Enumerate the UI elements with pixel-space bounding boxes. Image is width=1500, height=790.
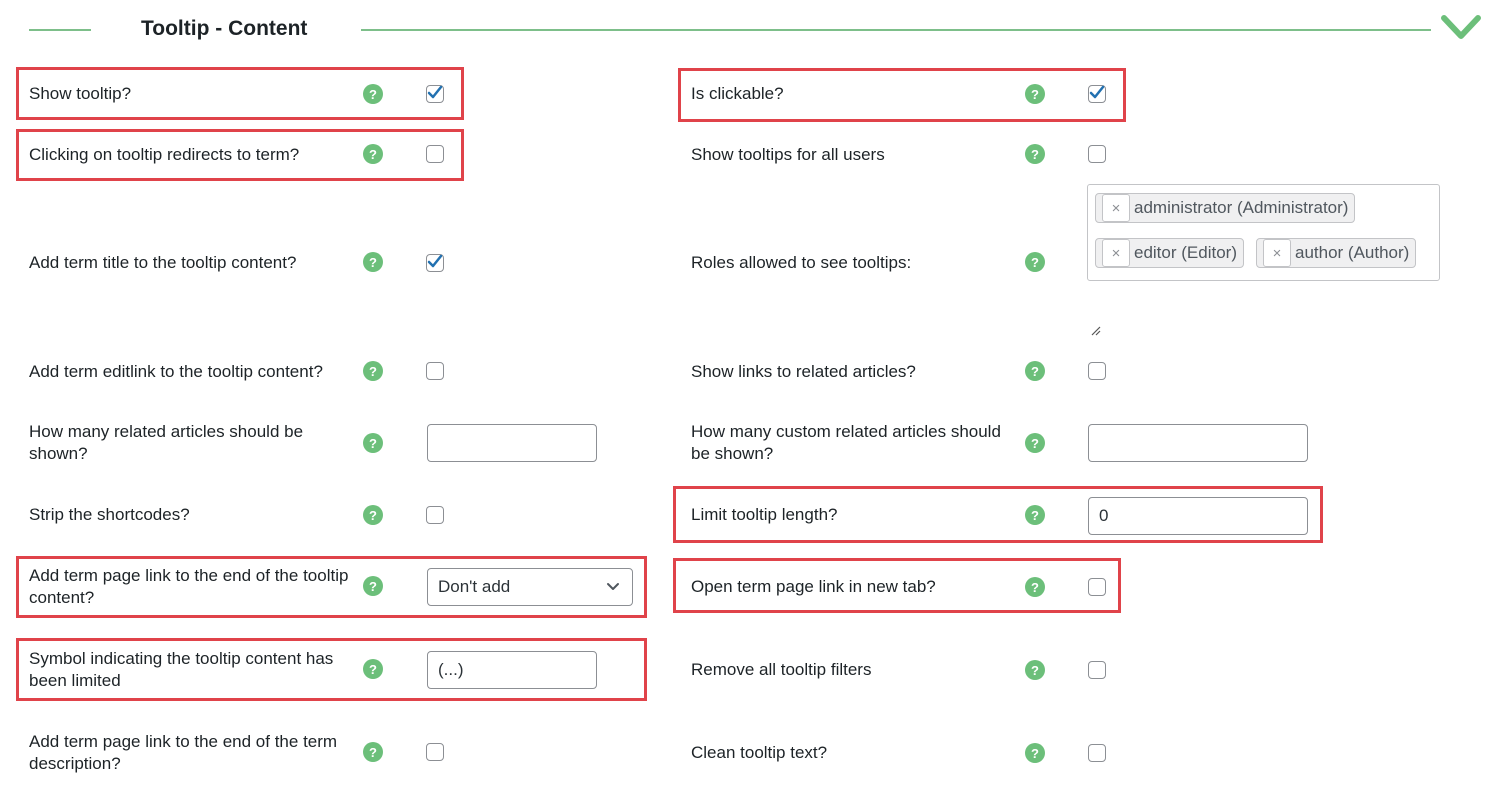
- all-users-checkbox[interactable]: [1088, 145, 1106, 163]
- role-tag-author: × author (Author): [1256, 238, 1417, 268]
- header-line-left: [29, 29, 91, 31]
- new-tab-label: Open term page link in new tab?: [691, 577, 936, 596]
- help-icon[interactable]: ?: [363, 433, 383, 453]
- remove-filters-label: Remove all tooltip filters: [691, 660, 872, 679]
- add-title-checkbox[interactable]: [426, 254, 444, 272]
- role-tag-label: editor (Editor): [1134, 243, 1237, 262]
- help-icon[interactable]: ?: [1025, 660, 1045, 680]
- remove-tag-button[interactable]: ×: [1102, 194, 1130, 222]
- click-redirect-label: Clicking on tooltip redirects to term?: [29, 145, 300, 164]
- help-icon[interactable]: ?: [1025, 144, 1045, 164]
- add-title-label: Add term title to the tooltip content?: [29, 253, 297, 272]
- add-page-link-select[interactable]: Don't add: [427, 568, 633, 606]
- remove-tag-button[interactable]: ×: [1263, 239, 1291, 267]
- help-icon[interactable]: ?: [1025, 743, 1045, 763]
- related-links-label: Show links to related articles?: [691, 362, 916, 381]
- add-page-link-value: Don't add: [438, 577, 511, 596]
- desc-link-checkbox[interactable]: [426, 743, 444, 761]
- add-editlink-label: Add term editlink to the tooltip content…: [29, 362, 323, 381]
- help-icon[interactable]: ?: [1025, 433, 1045, 453]
- help-icon[interactable]: ?: [363, 742, 383, 762]
- roles-label: Roles allowed to see tooltips:: [691, 253, 912, 272]
- strip-shortcodes-label: Strip the shortcodes?: [29, 505, 190, 524]
- header-line-right: [361, 29, 1431, 31]
- desc-link-label: Add term page link to the end of the ter…: [29, 732, 338, 773]
- section-title: Tooltip - Content: [141, 17, 308, 40]
- help-icon[interactable]: ?: [363, 84, 383, 104]
- clickable-label: Is clickable?: [691, 84, 784, 103]
- help-icon[interactable]: ?: [1025, 505, 1045, 525]
- help-icon[interactable]: ?: [363, 144, 383, 164]
- resize-handle-icon[interactable]: [1090, 325, 1102, 337]
- clean-text-label: Clean tooltip text?: [691, 743, 828, 762]
- custom-related-count-label: How many custom related articles should …: [691, 422, 1001, 463]
- remove-filters-checkbox[interactable]: [1088, 661, 1106, 679]
- related-count-label: How many related articles should be show…: [29, 422, 304, 463]
- chevron-down-icon[interactable]: [1440, 12, 1482, 44]
- help-icon[interactable]: ?: [363, 505, 383, 525]
- help-icon[interactable]: ?: [363, 361, 383, 381]
- limit-length-label: Limit tooltip length?: [691, 505, 838, 524]
- add-editlink-checkbox[interactable]: [426, 362, 444, 380]
- click-redirect-checkbox[interactable]: [426, 145, 444, 163]
- strip-shortcodes-checkbox[interactable]: [426, 506, 444, 524]
- limit-symbol-input[interactable]: [427, 651, 597, 689]
- limit-length-input[interactable]: [1088, 497, 1308, 535]
- roles-multiselect[interactable]: × administrator (Administrator) × editor…: [1087, 184, 1440, 281]
- help-icon[interactable]: ?: [363, 659, 383, 679]
- role-tag-editor: × editor (Editor): [1095, 238, 1244, 268]
- clean-text-checkbox[interactable]: [1088, 744, 1106, 762]
- related-count-input[interactable]: [427, 424, 597, 462]
- all-users-label: Show tooltips for all users: [691, 145, 885, 164]
- related-links-checkbox[interactable]: [1088, 362, 1106, 380]
- remove-tag-button[interactable]: ×: [1102, 239, 1130, 267]
- help-icon[interactable]: ?: [363, 252, 383, 272]
- help-icon[interactable]: ?: [1025, 577, 1045, 597]
- help-icon[interactable]: ?: [1025, 84, 1045, 104]
- limit-symbol-label: Symbol indicating the tooltip content ha…: [29, 649, 334, 690]
- add-page-link-label: Add term page link to the end of the too…: [29, 566, 349, 607]
- new-tab-checkbox[interactable]: [1088, 578, 1106, 596]
- role-tag-label: author (Author): [1295, 243, 1410, 262]
- show-tooltip-checkbox[interactable]: [426, 85, 444, 103]
- role-tag-administrator: × administrator (Administrator): [1095, 193, 1356, 223]
- help-icon[interactable]: ?: [1025, 361, 1045, 381]
- chevron-down-icon: [607, 583, 619, 590]
- custom-related-count-input[interactable]: [1088, 424, 1308, 462]
- help-icon[interactable]: ?: [1025, 252, 1045, 272]
- clickable-checkbox[interactable]: [1088, 85, 1106, 103]
- show-tooltip-label: Show tooltip?: [29, 84, 132, 103]
- role-tag-label: administrator (Administrator): [1134, 198, 1349, 217]
- help-icon[interactable]: ?: [363, 576, 383, 596]
